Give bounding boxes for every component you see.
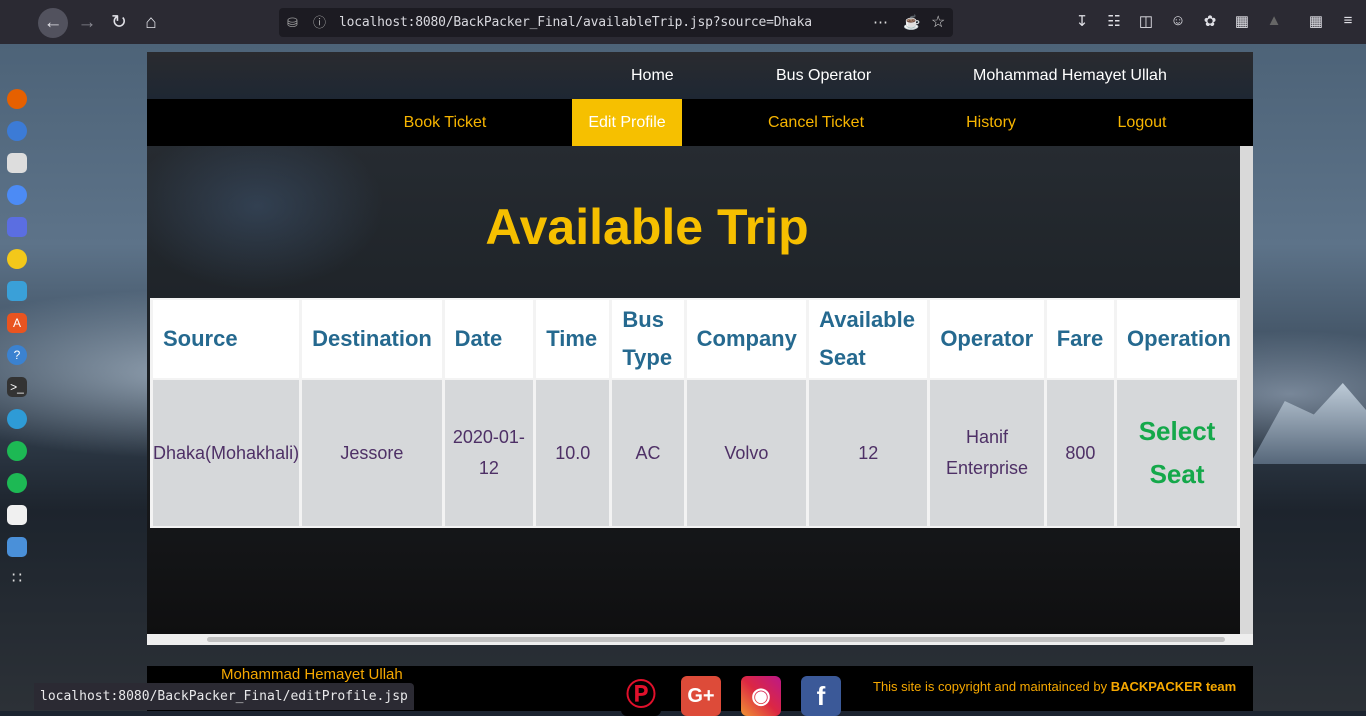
cell-fare: 800	[1046, 380, 1115, 526]
sidebar-icon[interactable]: ◫	[1135, 12, 1157, 30]
info-icon[interactable]: ⓘ	[313, 8, 326, 37]
extension-disabled-icon[interactable]: ▲	[1263, 12, 1285, 29]
copyright-team: BACKPACKER team	[1110, 679, 1237, 694]
gimp-icon[interactable]	[7, 409, 27, 429]
nav-user-link[interactable]: Mohammad Hemayet Ullah	[973, 67, 1167, 85]
menu-icon[interactable]: ≡	[1337, 12, 1359, 29]
nav-home-link[interactable]: Home	[631, 67, 674, 85]
apps-grid-icon[interactable]: ∷	[7, 569, 27, 589]
virtualbox-icon[interactable]	[7, 537, 27, 557]
header-source: Source	[153, 300, 300, 378]
header-operation: Operation	[1117, 300, 1237, 378]
vertical-scrollbar[interactable]	[1240, 146, 1253, 634]
google-plus-icon[interactable]: G+	[681, 676, 721, 716]
footer-copyright: This site is copyright and maintainced b…	[873, 679, 1236, 694]
header-fare: Fare	[1046, 300, 1115, 378]
header-company: Company	[686, 300, 807, 378]
web-page: Home Bus Operator Mohammad Hemayet Ullah…	[147, 52, 1253, 645]
library-icon[interactable]: ☷	[1103, 12, 1125, 30]
cell-destination: Jessore	[302, 380, 442, 526]
cell-operator: Hanif Enterprise	[930, 380, 1044, 526]
wallpaper-mountain	[1250, 383, 1366, 464]
text-editor-icon[interactable]	[7, 505, 27, 525]
table-header-row: Source Destination Date Time Bus Type Co…	[153, 300, 1237, 378]
spotify-icon[interactable]	[7, 473, 27, 493]
menu-logout[interactable]: Logout	[1109, 99, 1175, 146]
pocket-icon[interactable]: ☕	[903, 8, 920, 37]
extension-icon[interactable]: ✿	[1199, 12, 1221, 30]
rhythmbox-icon[interactable]	[7, 249, 27, 269]
account-icon[interactable]: ☺	[1167, 12, 1189, 29]
pinterest-icon[interactable]: Ⓟ	[621, 676, 661, 716]
help-icon[interactable]: ?	[7, 345, 27, 365]
copyright-text: This site is copyright and maintainced b…	[873, 679, 1111, 694]
bookmark-star-icon[interactable]: ☆	[931, 8, 945, 37]
trip-table: Source Destination Date Time Bus Type Co…	[150, 298, 1240, 528]
menu-history[interactable]: History	[953, 99, 1029, 146]
facebook-icon[interactable]: f	[801, 676, 841, 716]
menu-edit-profile[interactable]: Edit Profile	[572, 99, 682, 146]
shield-icon[interactable]: ⛁	[287, 8, 298, 37]
user-menu-bar: Book Ticket Edit Profile Cancel Ticket H…	[147, 99, 1253, 146]
thunderbird-icon[interactable]	[7, 121, 27, 141]
header-destination: Destination	[302, 300, 442, 378]
cell-date: 2020-01-12	[444, 380, 534, 526]
nav-bus-operator-link[interactable]: Bus Operator	[776, 67, 871, 85]
table-row: Dhaka(Mohakhali) Jessore 2020-01-12 10.0…	[153, 380, 1237, 526]
screenshot-icon[interactable]	[7, 217, 27, 237]
cell-source: Dhaka(Mohakhali)	[153, 380, 300, 526]
instagram-icon[interactable]: ◉	[741, 676, 781, 716]
horizontal-scrollbar[interactable]	[147, 634, 1253, 645]
writer-icon[interactable]	[7, 281, 27, 301]
refresh-app-icon[interactable]	[7, 441, 27, 461]
cell-bus-type: AC	[612, 380, 684, 526]
horizontal-scroll-thumb[interactable]	[207, 637, 1225, 642]
browser-toolbar: ← → ↻ ⌂ ⛁ ⓘ localhost:8080/BackPacker_Fi…	[0, 0, 1366, 44]
page-actions-icon[interactable]: ⋯	[873, 8, 888, 37]
header-available-seat: Available Seat	[809, 300, 928, 378]
files-icon[interactable]	[7, 153, 27, 173]
forward-icon[interactable]: →	[72, 8, 102, 38]
content-area: Available Trip Source Destination Date T…	[147, 146, 1240, 634]
download-icon[interactable]: ↧	[1071, 12, 1093, 30]
top-navbar: Home Bus Operator Mohammad Hemayet Ullah	[147, 52, 1253, 99]
software-center-icon[interactable]: A	[7, 313, 27, 333]
back-icon[interactable]: ←	[38, 8, 68, 38]
cell-time: 10.0	[536, 380, 610, 526]
home-icon[interactable]: ⌂	[136, 8, 166, 38]
terminal-icon[interactable]: >_	[7, 377, 27, 397]
menu-book-ticket[interactable]: Book Ticket	[387, 99, 503, 146]
header-time: Time	[536, 300, 610, 378]
reload-icon[interactable]: ↻	[104, 8, 134, 38]
link-status-bar: localhost:8080/BackPacker_Final/editProf…	[34, 683, 414, 710]
url-text[interactable]: localhost:8080/BackPacker_Final/availabl…	[339, 8, 869, 37]
extension-grid-icon[interactable]: ▦	[1231, 12, 1253, 30]
footer-author: Mohammad Hemayet Ullah	[221, 666, 403, 683]
header-date: Date	[444, 300, 534, 378]
cell-company: Volvo	[686, 380, 807, 526]
page-title: Available Trip	[485, 199, 809, 255]
header-operator: Operator	[930, 300, 1044, 378]
address-bar[interactable]: ⛁ ⓘ localhost:8080/BackPacker_Final/avai…	[279, 8, 953, 37]
select-seat-link[interactable]: Select Seat	[1117, 380, 1237, 526]
menu-cancel-ticket[interactable]: Cancel Ticket	[757, 99, 875, 146]
header-bus-type: Bus Type	[612, 300, 684, 378]
firefox-icon[interactable]	[7, 89, 27, 109]
extensions-icon[interactable]: ▦	[1305, 12, 1327, 30]
chrome-icon[interactable]	[7, 185, 27, 205]
cell-available-seat: 12	[809, 380, 928, 526]
